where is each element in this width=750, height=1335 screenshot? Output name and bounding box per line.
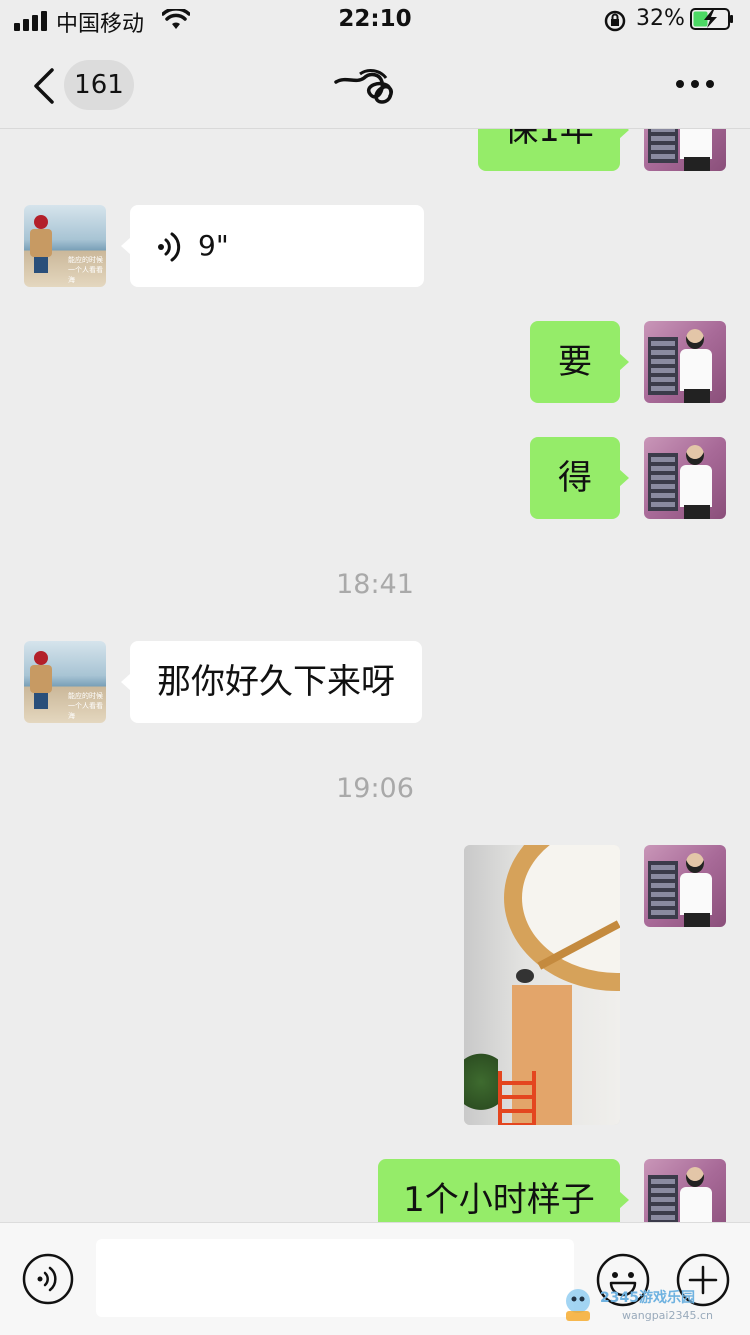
watermark-text: 2345游戏乐园 bbox=[600, 1290, 695, 1306]
contact-avatar[interactable]: 能应的时候 一个人看看海 bbox=[24, 641, 106, 723]
voice-message-icon bbox=[158, 232, 181, 262]
battery-charging-icon bbox=[690, 8, 733, 30]
orientation-lock-icon bbox=[604, 10, 626, 32]
security-camera-graphic bbox=[516, 969, 534, 983]
message-list[interactable]: 保1年 能应的时候 一个人看看海 9" 要 得 18:41 能应的时候 一个人看看海… bbox=[0, 129, 750, 1222]
outgoing-text-bubble[interactable]: 1个小时样子 bbox=[378, 1159, 629, 1222]
message-text: 那你好久下来呀 bbox=[157, 662, 395, 702]
my-avatar[interactable] bbox=[644, 845, 726, 927]
image-message[interactable] bbox=[464, 845, 620, 1125]
input-bar: 2345游戏乐园 wangpai2345.cn bbox=[0, 1222, 750, 1335]
message-text: 1个小时样子 bbox=[403, 1180, 595, 1220]
chevron-left-icon[interactable] bbox=[30, 66, 60, 106]
message-input[interactable] bbox=[96, 1239, 574, 1317]
outgoing-text-bubble[interactable]: 得 bbox=[530, 437, 629, 519]
watermark: 2345游戏乐园 wangpai2345.cn bbox=[560, 1277, 740, 1335]
incoming-text-bubble[interactable]: 那你好久下来呀 bbox=[121, 641, 422, 723]
status-bar: 中国移动 22:10 32% bbox=[0, 0, 750, 44]
my-avatar[interactable] bbox=[644, 437, 726, 519]
chat-header: 161 bbox=[0, 44, 750, 129]
my-avatar[interactable] bbox=[644, 1159, 726, 1222]
outgoing-text-bubble[interactable]: 保1年 bbox=[478, 129, 629, 171]
timestamp: 19:06 bbox=[336, 773, 414, 804]
watermark-url: wangpai2345.cn bbox=[622, 1309, 713, 1322]
message-text: 要 bbox=[558, 342, 592, 382]
redacted-contact-name bbox=[334, 69, 394, 104]
my-avatar[interactable] bbox=[644, 129, 726, 171]
timestamp: 18:41 bbox=[336, 569, 414, 600]
watermark-logo-icon bbox=[566, 1289, 590, 1321]
outgoing-text-bubble[interactable]: 要 bbox=[530, 321, 629, 403]
message-text: 保1年 bbox=[504, 129, 594, 150]
voice-mode-icon[interactable] bbox=[22, 1253, 74, 1305]
incoming-voice-bubble[interactable]: 9" bbox=[121, 205, 424, 287]
message-text: 得 bbox=[558, 458, 592, 498]
unread-count-badge[interactable]: 161 bbox=[64, 60, 134, 110]
my-avatar[interactable] bbox=[644, 321, 726, 403]
voice-duration: 9" bbox=[198, 229, 229, 262]
more-options-button[interactable] bbox=[670, 74, 720, 94]
ellipsis-icon bbox=[676, 80, 684, 88]
contact-avatar[interactable]: 能应的时候 一个人看看海 bbox=[24, 205, 106, 287]
battery-percent: 32% bbox=[636, 6, 685, 31]
